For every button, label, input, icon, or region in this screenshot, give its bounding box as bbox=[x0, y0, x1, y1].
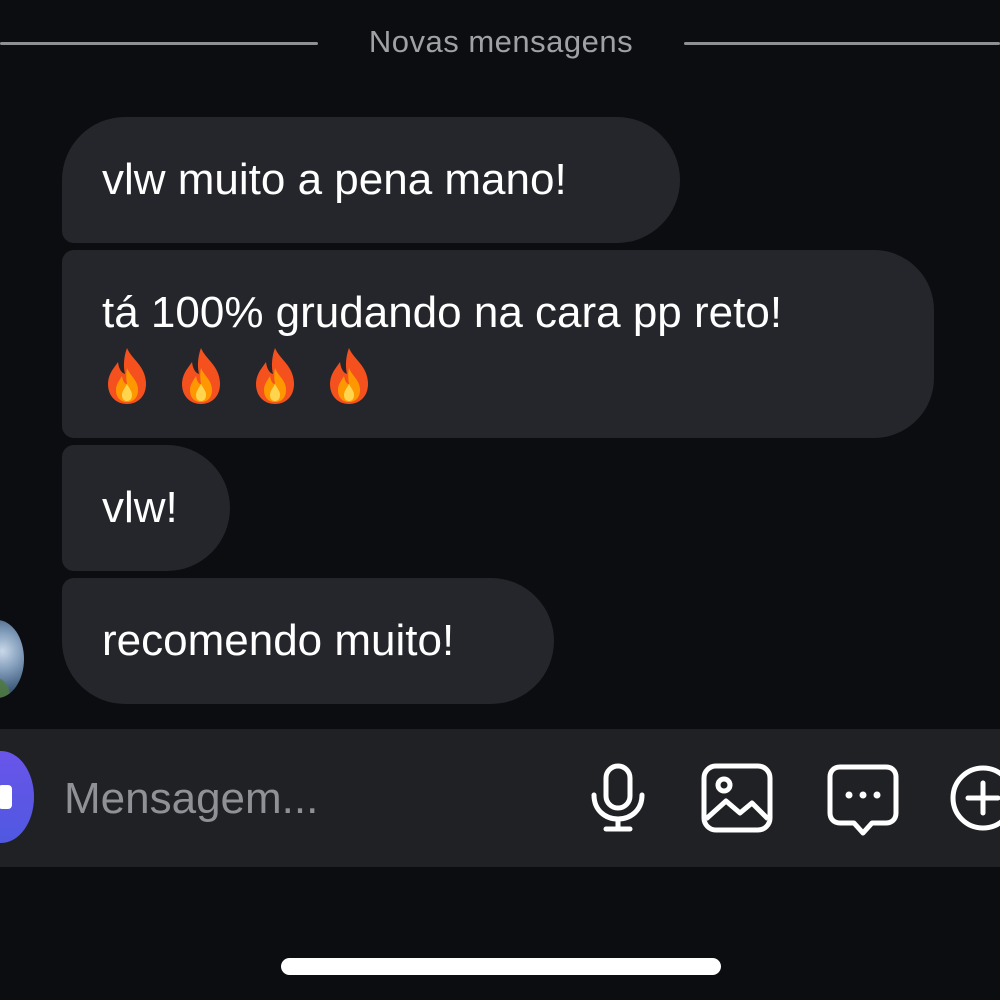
avatar-image-detail bbox=[0, 676, 10, 698]
message-text: recomendo muito! bbox=[102, 616, 455, 665]
new-messages-label: Novas mensagens bbox=[368, 24, 634, 59]
message-composer: Mensagem... bbox=[0, 729, 1000, 867]
message-bubble[interactable]: vlw! bbox=[62, 445, 230, 571]
camera-icon bbox=[0, 785, 12, 809]
new-messages-divider: Novas mensagens bbox=[0, 22, 1000, 66]
emoji-row bbox=[102, 346, 894, 406]
fire-emoji-icon bbox=[108, 348, 146, 404]
message-bubble[interactable]: recomendo muito! bbox=[62, 578, 554, 704]
fire-emoji-icon bbox=[330, 348, 368, 404]
message-bubble[interactable]: vlw muito a pena mano! bbox=[62, 117, 680, 243]
fire-emoji-icon bbox=[256, 348, 294, 404]
sticker-icon[interactable] bbox=[826, 763, 900, 837]
message-text: tá 100% grudando na cara pp reto! bbox=[102, 288, 783, 337]
home-indicator[interactable] bbox=[281, 958, 721, 975]
camera-button[interactable] bbox=[0, 751, 34, 843]
sender-avatar[interactable] bbox=[0, 620, 24, 698]
plus-icon[interactable] bbox=[948, 763, 1000, 833]
gallery-icon[interactable] bbox=[700, 763, 774, 833]
message-input[interactable]: Mensagem... bbox=[64, 773, 318, 825]
message-bubble[interactable]: tá 100% grudando na cara pp reto! bbox=[62, 250, 934, 438]
chat-screen: Novas mensagens vlw muito a pena mano! t… bbox=[0, 0, 1000, 1000]
divider-line-right bbox=[684, 42, 1000, 45]
message-text: vlw muito a pena mano! bbox=[102, 155, 567, 204]
fire-emoji-icon bbox=[182, 348, 220, 404]
divider-line-left bbox=[0, 42, 318, 45]
microphone-icon[interactable] bbox=[586, 763, 650, 833]
message-text: vlw! bbox=[102, 483, 178, 532]
